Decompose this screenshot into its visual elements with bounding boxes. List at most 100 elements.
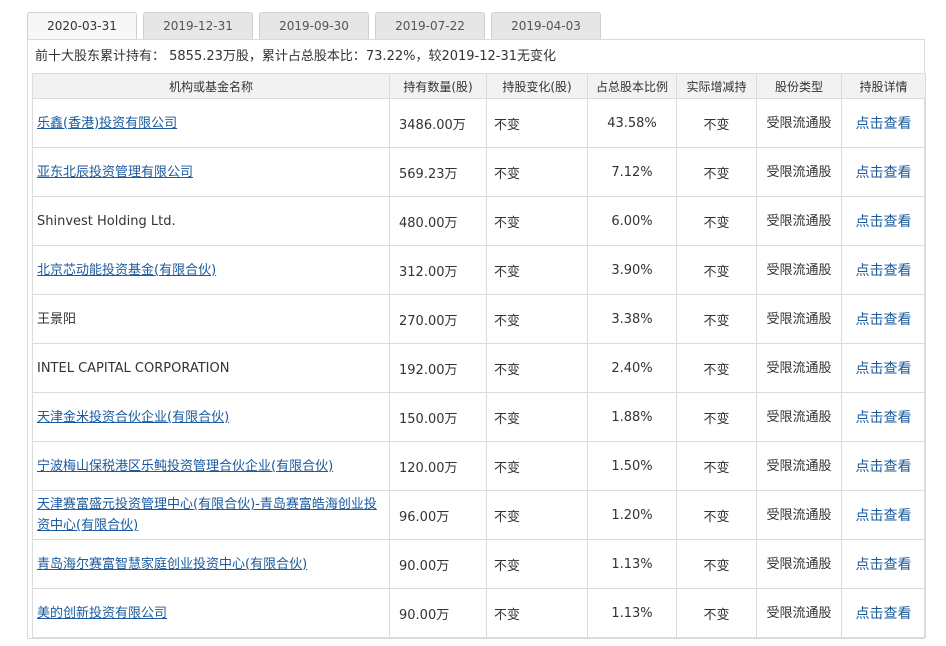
cell-ratio: 2.40% (587, 343, 677, 393)
tab-2019-07-22[interactable]: 2019-07-22 (375, 12, 485, 39)
cell-change: 不变 (486, 343, 588, 393)
cell-share-type: 受限流通股 (756, 539, 842, 589)
cell-quantity: 120.00万 (389, 441, 487, 491)
cell-quantity: 96.00万 (389, 490, 487, 540)
cell-quantity: 312.00万 (389, 245, 487, 295)
holding-summary: 前十大股东累计持有： 5855.23万股，累计占总股本比：73.22%，较201… (35, 49, 557, 64)
cell-holder-name: 王景阳 (32, 294, 390, 344)
cell-quantity: 192.00万 (389, 343, 487, 393)
tab-2019-12-31[interactable]: 2019-12-31 (143, 12, 253, 39)
col-header-change: 持股变化(股) (486, 73, 588, 99)
cell-detail: 点击查看 (841, 294, 926, 344)
view-detail-link[interactable]: 点击查看 (856, 508, 912, 524)
cell-change: 不变 (486, 441, 588, 491)
cell-holder-name: 北京芯动能投资基金(有限合伙) (32, 245, 390, 295)
holder-name-link[interactable]: 青岛海尔赛富智慧家庭创业投资中心(有限合伙) (37, 557, 307, 572)
cell-detail: 点击查看 (841, 98, 926, 148)
cell-holder-name: 亚东北辰投资管理有限公司 (32, 147, 390, 197)
col-header-quantity: 持有数量(股) (389, 73, 487, 99)
tab-2019-04-03[interactable]: 2019-04-03 (491, 12, 601, 39)
view-detail-link[interactable]: 点击查看 (856, 557, 912, 573)
cell-detail: 点击查看 (841, 490, 926, 540)
table-row: 天津赛富盛元投资管理中心(有限合伙)-青岛赛富皓海创业投资中心(有限合伙) 96.… (32, 490, 926, 540)
holder-name-link[interactable]: 美的创新投资有限公司 (37, 606, 167, 621)
cell-actual-change: 不变 (676, 588, 757, 638)
col-header-share-type: 股份类型 (756, 73, 842, 99)
holder-name-link[interactable]: 宁波梅山保税港区乐鲀投资管理合伙企业(有限合伙) (37, 459, 333, 474)
cell-ratio: 1.13% (587, 539, 677, 589)
view-detail-link[interactable]: 点击查看 (856, 263, 912, 279)
cell-share-type: 受限流通股 (756, 588, 842, 638)
tab-2019-09-30[interactable]: 2019-09-30 (259, 12, 369, 39)
cell-ratio: 3.90% (587, 245, 677, 295)
period-tabs: 2020-03-31 2019-12-31 2019-09-30 2019-07… (27, 12, 924, 40)
table-row: 天津金米投资合伙企业(有限合伙) 150.00万 不变 1.88% 不变 受限流通股 点击查… (32, 392, 926, 442)
view-detail-link[interactable]: 点击查看 (856, 459, 912, 475)
cell-detail: 点击查看 (841, 588, 926, 638)
table-header-row: 机构或基金名称 持有数量(股) 持股变化(股) 占总股本比例 实际增减持 股份类… (32, 73, 926, 99)
view-detail-link[interactable]: 点击查看 (856, 116, 912, 132)
cell-detail: 点击查看 (841, 196, 926, 246)
cell-quantity: 90.00万 (389, 588, 487, 638)
holder-name-link[interactable]: 天津金米投资合伙企业(有限合伙) (37, 410, 229, 425)
cell-change: 不变 (486, 588, 588, 638)
view-detail-link[interactable]: 点击查看 (856, 214, 912, 230)
cell-quantity: 270.00万 (389, 294, 487, 344)
cell-ratio: 1.88% (587, 392, 677, 442)
cell-actual-change: 不变 (676, 441, 757, 491)
cell-change: 不变 (486, 490, 588, 540)
cell-ratio: 3.38% (587, 294, 677, 344)
cell-detail: 点击查看 (841, 245, 926, 295)
holder-name-link[interactable]: 天津赛富盛元投资管理中心(有限合伙)-青岛赛富皓海创业投资中心(有限合伙) (37, 497, 377, 533)
cell-detail: 点击查看 (841, 441, 926, 491)
cell-holder-name: 宁波梅山保税港区乐鲀投资管理合伙企业(有限合伙) (32, 441, 390, 491)
view-detail-link[interactable]: 点击查看 (856, 606, 912, 622)
view-detail-link[interactable]: 点击查看 (856, 165, 912, 181)
cell-holder-name: 天津金米投资合伙企业(有限合伙) (32, 392, 390, 442)
cell-share-type: 受限流通股 (756, 98, 842, 148)
cell-actual-change: 不变 (676, 539, 757, 589)
table-row: 宁波梅山保税港区乐鲀投资管理合伙企业(有限合伙) 120.00万 不变 1.50% 不变… (32, 441, 926, 491)
cell-detail: 点击查看 (841, 147, 926, 197)
cell-actual-change: 不变 (676, 196, 757, 246)
cell-change: 不变 (486, 245, 588, 295)
cell-detail: 点击查看 (841, 392, 926, 442)
holder-name-link[interactable]: 亚东北辰投资管理有限公司 (37, 165, 193, 180)
cell-holder-name: INTEL CAPITAL CORPORATION (32, 343, 390, 393)
holder-name-link[interactable]: 北京芯动能投资基金(有限合伙) (37, 263, 216, 278)
table-row: 青岛海尔赛富智慧家庭创业投资中心(有限合伙) 90.00万 不变 1.13% 不变 受限流… (32, 539, 926, 589)
cell-actual-change: 不变 (676, 490, 757, 540)
cell-share-type: 受限流通股 (756, 441, 842, 491)
table-row: 乐鑫(香港)投资有限公司 3486.00万 不变 43.58% 不变 受限流通股 点击查看 (32, 98, 926, 148)
cell-detail: 点击查看 (841, 539, 926, 589)
cell-quantity: 569.23万 (389, 147, 487, 197)
cell-ratio: 1.20% (587, 490, 677, 540)
cell-share-type: 受限流通股 (756, 196, 842, 246)
cell-quantity: 150.00万 (389, 392, 487, 442)
tab-2020-03-31[interactable]: 2020-03-31 (27, 12, 137, 40)
cell-change: 不变 (486, 98, 588, 148)
cell-holder-name: 美的创新投资有限公司 (32, 588, 390, 638)
holder-name: 王景阳 (37, 311, 77, 327)
cell-ratio: 1.13% (587, 588, 677, 638)
table-row: 北京芯动能投资基金(有限合伙) 312.00万 不变 3.90% 不变 受限流通股 点击查看 (32, 245, 926, 295)
cell-detail: 点击查看 (841, 343, 926, 393)
cell-share-type: 受限流通股 (756, 245, 842, 295)
cell-actual-change: 不变 (676, 98, 757, 148)
cell-holder-name: 天津赛富盛元投资管理中心(有限合伙)-青岛赛富皓海创业投资中心(有限合伙) (32, 490, 390, 540)
cell-holder-name: 乐鑫(香港)投资有限公司 (32, 98, 390, 148)
cell-share-type: 受限流通股 (756, 147, 842, 197)
view-detail-link[interactable]: 点击查看 (856, 361, 912, 377)
cell-change: 不变 (486, 392, 588, 442)
cell-quantity: 480.00万 (389, 196, 487, 246)
cell-change: 不变 (486, 294, 588, 344)
cell-actual-change: 不变 (676, 245, 757, 295)
table-row: 王景阳 270.00万 不变 3.38% 不变 受限流通股 点击查看 (32, 294, 926, 344)
cell-quantity: 3486.00万 (389, 98, 487, 148)
cell-share-type: 受限流通股 (756, 343, 842, 393)
holder-name-link[interactable]: 乐鑫(香港)投资有限公司 (37, 116, 177, 131)
table-row: Shinvest Holding Ltd. 480.00万 不变 6.00% 不变 受限流… (32, 196, 926, 246)
view-detail-link[interactable]: 点击查看 (856, 410, 912, 426)
cell-actual-change: 不变 (676, 343, 757, 393)
view-detail-link[interactable]: 点击查看 (856, 312, 912, 328)
